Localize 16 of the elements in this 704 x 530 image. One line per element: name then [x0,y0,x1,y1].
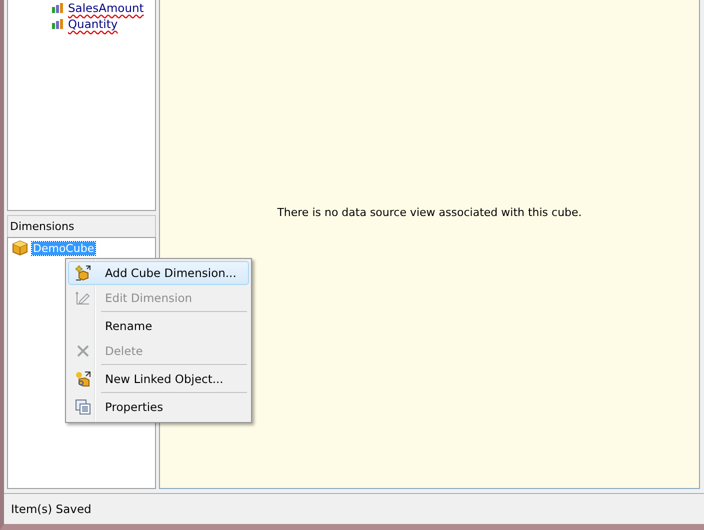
close-icon [76,344,90,358]
measure-label[interactable]: SalesAmount [68,1,144,15]
menu-item[interactable]: Add Cube Dimension... [68,261,249,285]
menu-item[interactable]: New Linked Object... [68,367,249,391]
measure-label[interactable]: Quantity [68,17,118,31]
properties-icon [75,399,91,415]
linked-cube-icon [75,371,91,387]
pencil-icon [75,290,91,306]
bar-chart-icon [52,3,63,13]
cube-icon [12,240,28,256]
status-text: Item(s) Saved [11,502,92,516]
bar-chart-icon [52,19,63,29]
menu-item[interactable]: Rename [68,314,249,338]
empty-message: There is no data source view associated with this cube. [277,206,582,220]
menu-item[interactable]: Properties [68,395,249,419]
cube-plus-icon [75,265,91,281]
